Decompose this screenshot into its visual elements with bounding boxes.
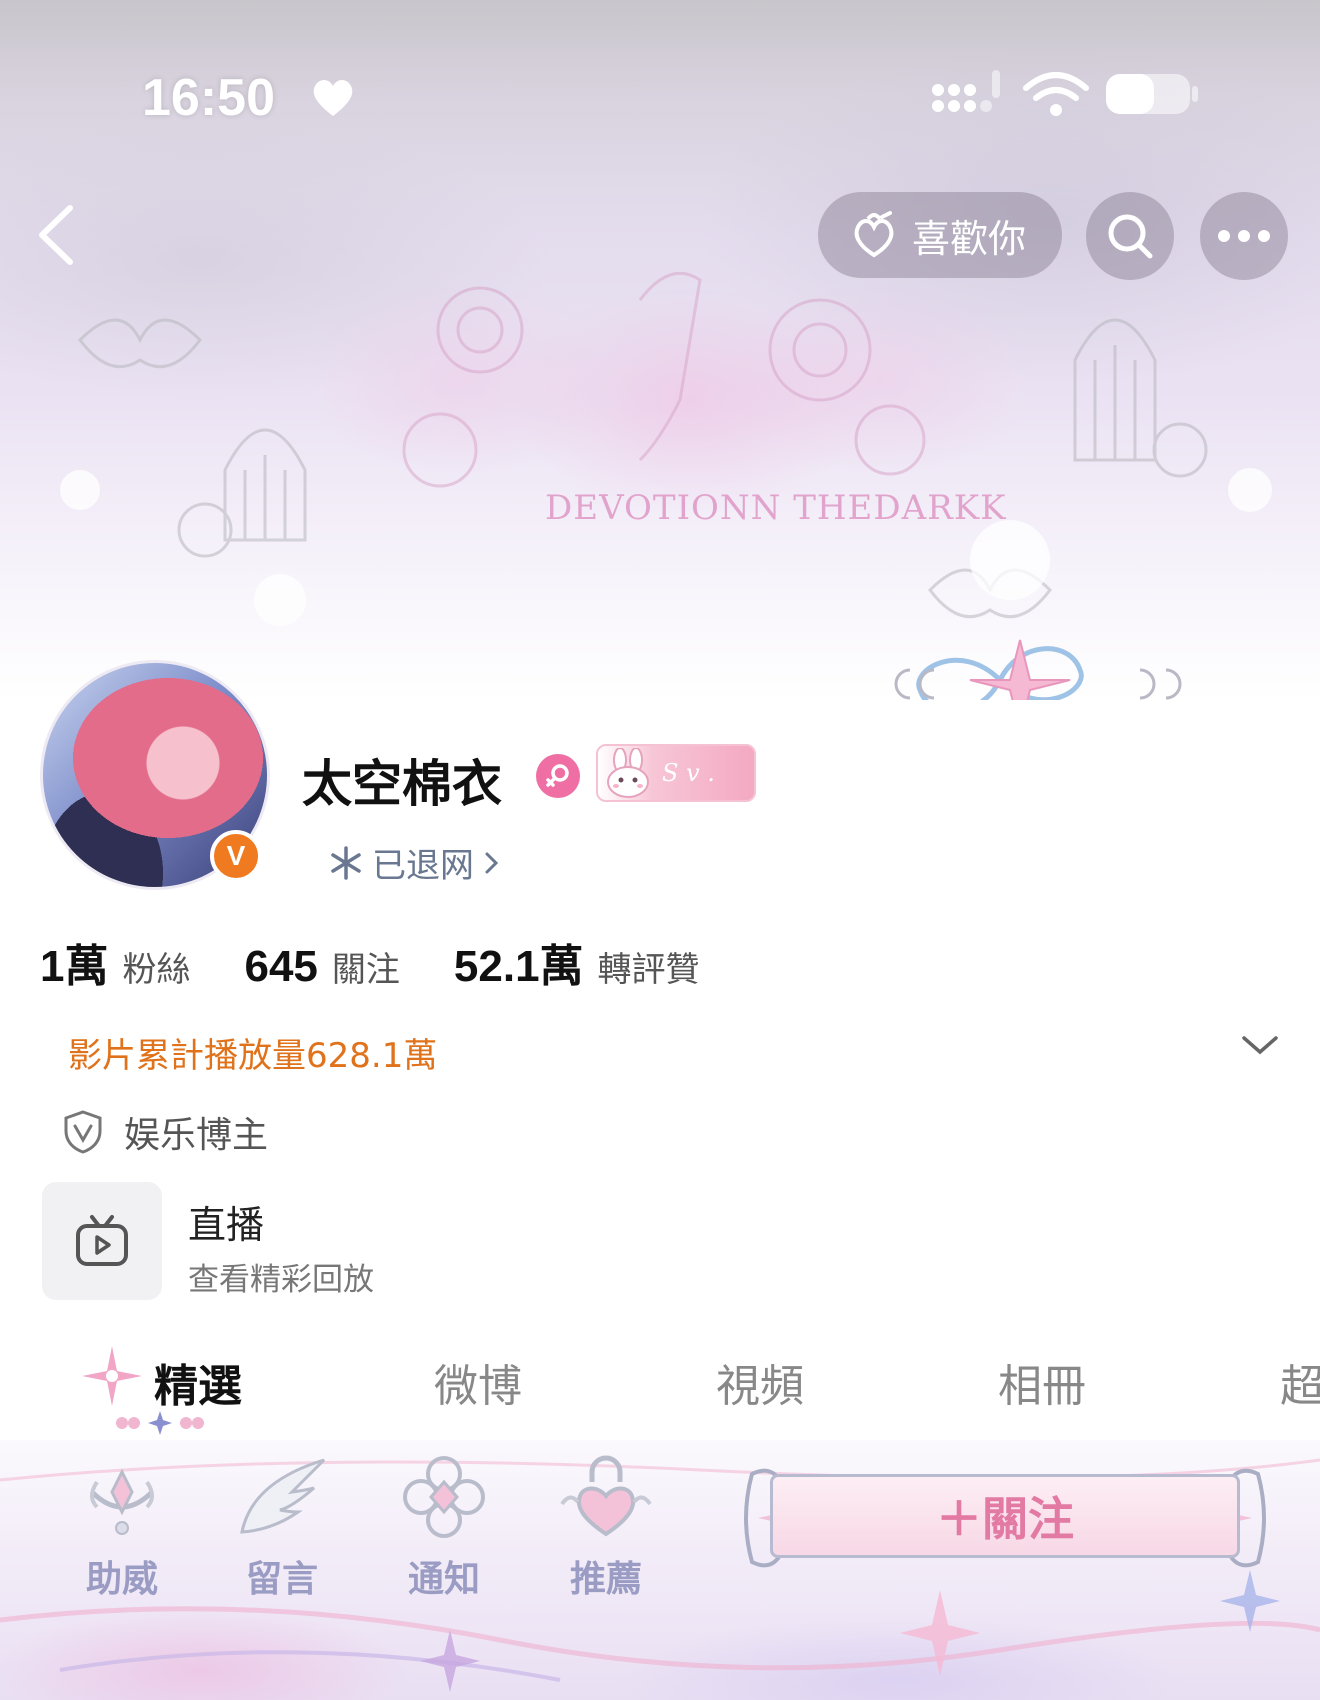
tv-icon — [76, 1215, 128, 1266]
status-icons — [932, 70, 1198, 116]
tab-weibo[interactable]: 微博 — [434, 1350, 522, 1414]
tab-featured[interactable]: 精選 — [154, 1350, 242, 1414]
more-button[interactable] — [1200, 192, 1288, 280]
following-label[interactable]: 關注 — [332, 942, 400, 991]
status-time: 16:50 — [142, 69, 275, 127]
user-name: 太空棉衣 — [302, 755, 502, 813]
sparkle-icon — [82, 1346, 142, 1406]
notify-label: 通知 — [407, 1559, 480, 1600]
user-status[interactable]: 已退网 — [328, 838, 502, 887]
tab-videos[interactable]: 視頻 — [716, 1350, 804, 1414]
video-views-summary: 影片累計播放量628.1萬 — [68, 1036, 438, 1076]
tab-albums[interactable]: 相冊 — [998, 1350, 1086, 1414]
heart-icon — [313, 80, 353, 116]
tab-active-indicator — [116, 1411, 204, 1435]
recommend-label: 推薦 — [569, 1559, 642, 1600]
female-gender-icon — [536, 754, 580, 798]
banner-title: DEVOTIONN THEDARKK — [545, 488, 1007, 528]
search-icon — [1108, 214, 1153, 259]
profile-stats: 1萬 粉絲 645 關注 52.1萬 轉評贊 — [40, 930, 700, 994]
interactions-label[interactable]: 轉評贊 — [598, 942, 700, 991]
followers-label[interactable]: 粉絲 — [122, 942, 190, 991]
like-you-label: 喜歡你 — [912, 216, 1027, 261]
followers-count[interactable]: 1萬 — [40, 930, 108, 994]
live-icon-box — [42, 1182, 162, 1300]
message-board-label: 留言 — [245, 1559, 318, 1600]
live-title: 直播 — [188, 1203, 265, 1247]
search-button[interactable] — [1086, 192, 1174, 280]
cheer-label: 助威 — [85, 1559, 158, 1600]
certification: 娱乐博主 — [62, 1106, 268, 1158]
live-subtitle: 查看精彩回放 — [188, 1262, 374, 1298]
snowflake-icon — [331, 845, 361, 880]
certification-text: 娱乐博主 — [124, 1115, 269, 1156]
recommend-button[interactable]: 推薦 — [546, 1452, 666, 1602]
diamond-flower-icon — [403, 1456, 485, 1538]
member-badge-text: S v . — [662, 759, 715, 787]
tab-super[interactable]: 超 — [1280, 1350, 1320, 1414]
notify-button[interactable]: 通知 — [384, 1452, 504, 1602]
heart-lock-icon — [560, 1455, 652, 1537]
bunny-icon — [607, 748, 649, 798]
signal-icon — [932, 70, 1000, 112]
wing-icon — [240, 1458, 326, 1534]
more-dots-icon — [1218, 230, 1270, 242]
follow-button[interactable]: ＋關注 — [770, 1474, 1240, 1558]
following-count[interactable]: 645 — [244, 942, 317, 992]
cheer-button[interactable]: 助威 — [62, 1452, 182, 1602]
verified-badge-icon: V — [210, 830, 262, 882]
chevron-right-icon — [485, 852, 499, 873]
peach-heart-icon — [854, 211, 894, 258]
interactions-count[interactable]: 52.1萬 — [454, 930, 584, 994]
wifi-icon — [1023, 72, 1089, 101]
back-arrow-icon[interactable] — [30, 200, 80, 270]
shield-v-icon — [64, 1110, 102, 1154]
member-badge[interactable]: S v . — [596, 744, 756, 802]
message-board-button[interactable]: 留言 — [222, 1452, 342, 1602]
chevron-down-icon[interactable] — [1240, 1030, 1280, 1060]
like-you-button[interactable]: 喜歡你 — [818, 192, 1062, 278]
crown-gem-icon — [90, 1468, 154, 1535]
user-status-text: 已退网 — [372, 846, 474, 886]
battery-icon — [1106, 74, 1198, 114]
